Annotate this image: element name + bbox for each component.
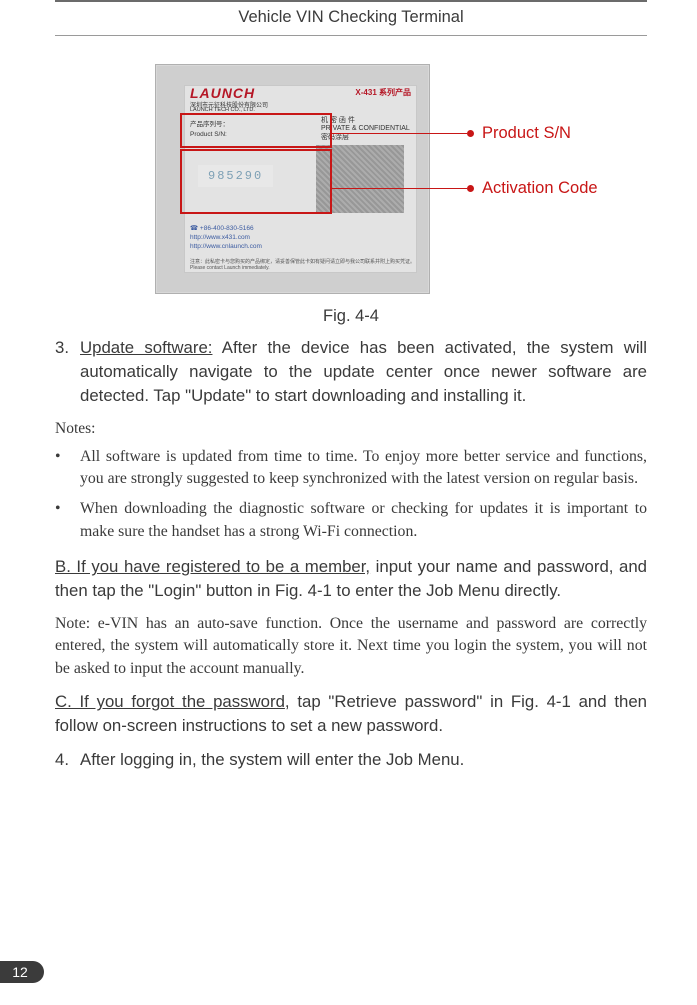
callout-product-sn-text: Product S/N xyxy=(482,124,571,143)
callout-product-sn: Product S/N xyxy=(332,124,571,143)
page-number-badge: 12 xyxy=(0,961,44,983)
contact-url2: http://www.cnlaunch.com xyxy=(190,243,262,250)
step-4: 4. After logging in, the system will ent… xyxy=(55,748,647,772)
x431-logo: X-431 系列产品 xyxy=(355,87,411,98)
bullet-icon: • xyxy=(55,446,80,491)
callout-dot-icon xyxy=(467,185,474,192)
note-2: • When downloading the diagnostic softwa… xyxy=(55,498,647,543)
step-3-text: Update software: After the device has be… xyxy=(80,336,647,408)
step-3-number: 3. xyxy=(55,336,80,408)
figure-area: LAUNCH 深圳市元征科技股份有限公司 LAUNCH TECH CO., LT… xyxy=(55,64,647,309)
page-number: 12 xyxy=(12,964,28,980)
notes-title: Notes: xyxy=(55,420,647,438)
note-autosave: Note: e-VIN has an auto-save function. O… xyxy=(55,613,647,680)
launch-logo: LAUNCH xyxy=(190,85,255,101)
contact-block: ☎ +86-400-830-5166 http://www.x431.com h… xyxy=(190,224,262,251)
step-3-lead: Update software: xyxy=(80,338,212,357)
callout-activation-code-text: Activation Code xyxy=(482,179,598,198)
header-rule-top xyxy=(55,0,647,2)
step-4-number: 4. xyxy=(55,748,80,772)
callout-dot-icon xyxy=(467,130,474,137)
figure-caption: Fig. 4-4 xyxy=(55,307,647,326)
note-1-text: All software is updated from time to tim… xyxy=(80,446,647,491)
page-header: Vehicle VIN Checking Terminal xyxy=(55,4,647,33)
red-callout-box-sn xyxy=(180,113,332,148)
callout-activation-code: Activation Code xyxy=(332,179,598,198)
contact-phone: ☎ +86-400-830-5166 xyxy=(190,225,254,232)
page: Vehicle VIN Checking Terminal LAUNCH 深圳市… xyxy=(0,0,697,1005)
section-b-lead: B. If you have registered to be a member… xyxy=(55,557,370,576)
note-1: • All software is updated from time to t… xyxy=(55,446,647,491)
card-footnote: 注意：此私密卡与您购买的产品绑定，请妥善保管此卡如有疑问请立即与我公司联系并附上… xyxy=(190,259,415,271)
step-3: 3. Update software: After the device has… xyxy=(55,336,647,408)
step-4-text: After logging in, the system will enter … xyxy=(80,748,647,772)
callout-line xyxy=(332,188,467,190)
note-2-text: When downloading the diagnostic software… xyxy=(80,498,647,543)
section-c-lead: C. If you forgot the password xyxy=(55,692,285,711)
callout-line xyxy=(332,133,467,135)
section-b: B. If you have registered to be a member… xyxy=(55,555,647,603)
bullet-icon: • xyxy=(55,498,80,543)
contact-url1: http://www.x431.com xyxy=(190,234,250,241)
red-callout-box-activation xyxy=(180,149,332,214)
section-c: C. If you forgot the password, tap "Retr… xyxy=(55,690,647,738)
header-rule-bottom xyxy=(55,35,647,36)
